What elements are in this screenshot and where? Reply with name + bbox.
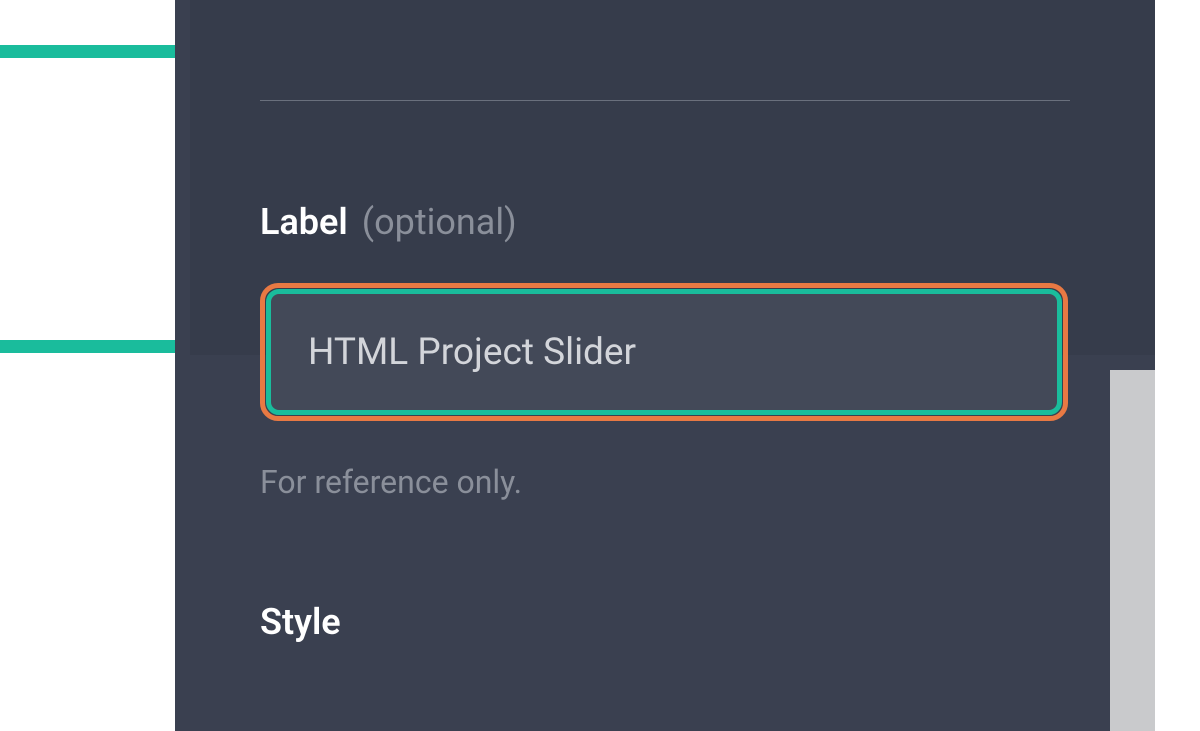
label-field-heading-row: Label (optional) (260, 201, 1070, 243)
label-help-text: For reference only. (260, 463, 1070, 501)
label-input-wrapper (260, 283, 1068, 421)
left-background-region (0, 0, 175, 731)
panel-content: Label (optional) For reference only. Sty… (175, 0, 1155, 643)
section-divider (260, 100, 1070, 101)
label-field-hint: (optional) (362, 201, 517, 243)
settings-panel: Label (optional) For reference only. Sty… (175, 0, 1155, 731)
teal-accent-bar (0, 340, 175, 353)
label-input[interactable] (270, 293, 1058, 411)
style-section-heading: Style (260, 601, 1070, 643)
label-field-title: Label (260, 201, 348, 243)
teal-accent-bar (0, 45, 175, 58)
